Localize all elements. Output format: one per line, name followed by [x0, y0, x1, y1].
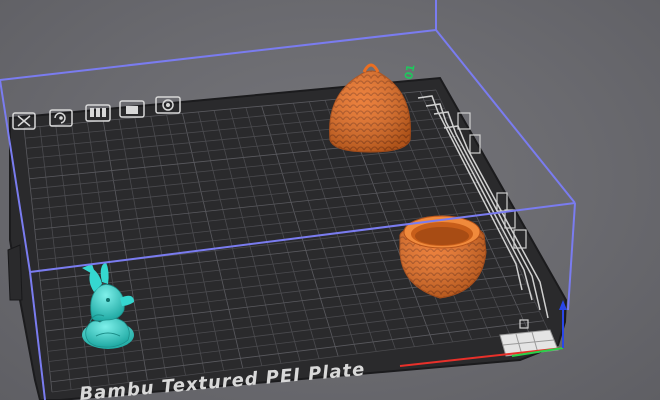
dragon-egg-lid[interactable] [329, 63, 411, 153]
3d-scene[interactable]: 01 Bambu Textured PEI Plate [0, 0, 660, 400]
3d-viewport[interactable]: 01 Bambu Textured PEI Plate [0, 0, 660, 400]
plate-number: 01 [402, 63, 417, 80]
